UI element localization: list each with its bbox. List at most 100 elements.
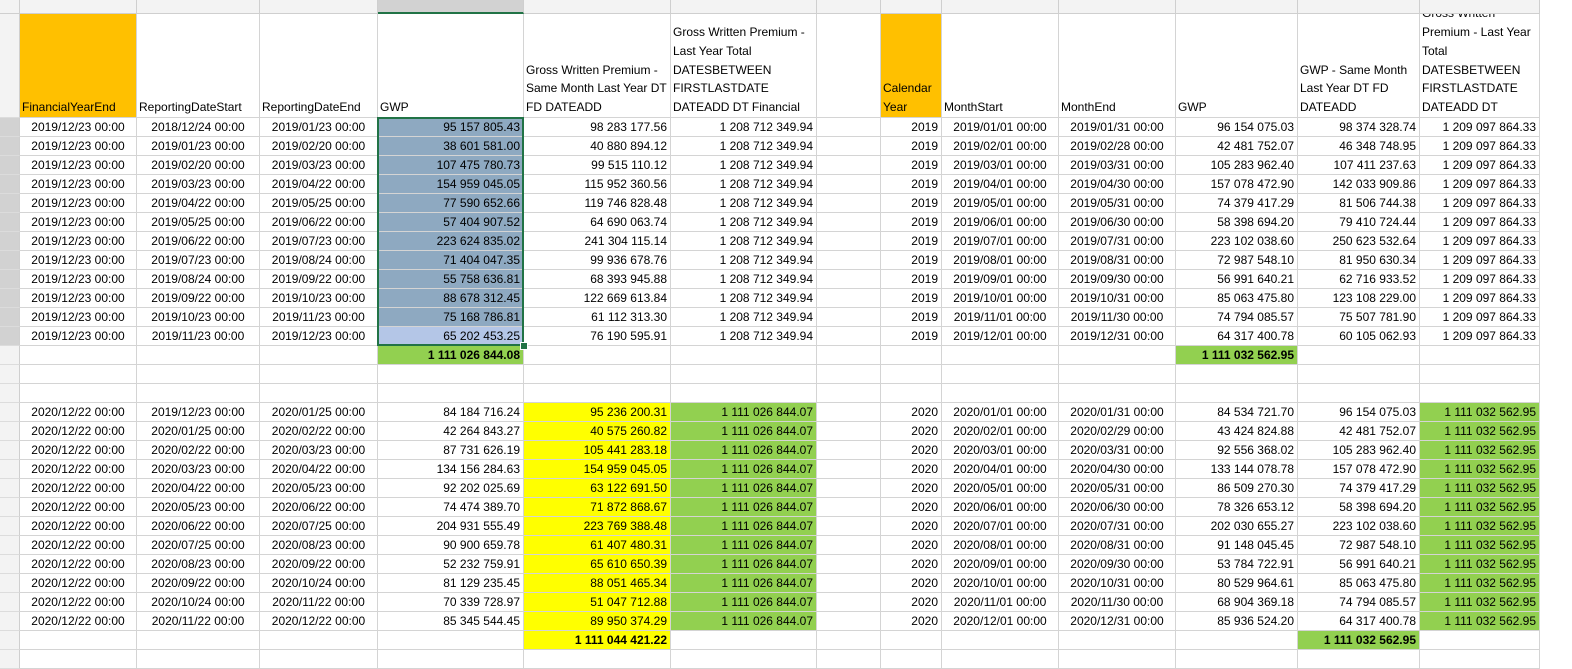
grid-cell[interactable]: 56 991 640.21 — [1298, 555, 1420, 574]
grid-cell[interactable]: 2020/11/30 00:00 — [1059, 593, 1176, 612]
grid-cell[interactable]: 133 144 078.78 — [1176, 460, 1298, 479]
grid-cell[interactable]: 2020/12/22 00:00 — [20, 422, 137, 441]
grid-cell[interactable] — [20, 650, 137, 669]
grid-cell[interactable]: 2019/01/23 00:00 — [137, 137, 260, 156]
grid-cell[interactable] — [817, 593, 881, 612]
grid-cell[interactable]: 60 105 062.93 — [1298, 327, 1420, 346]
grid-cell[interactable]: 85 345 544.45 — [378, 612, 524, 631]
grid-cell[interactable]: 53 784 722.91 — [1176, 555, 1298, 574]
grid-cell[interactable]: 2020/04/22 00:00 — [260, 460, 378, 479]
grid-cell[interactable]: 1 209 097 864.33 — [1420, 327, 1540, 346]
column-header-k[interactable] — [1176, 0, 1298, 14]
grid-cell[interactable]: 2019/12/23 00:00 — [260, 327, 378, 346]
grid-cell[interactable]: 84 184 716.24 — [378, 403, 524, 422]
grid-cell[interactable]: 96 154 075.03 — [1176, 118, 1298, 137]
grid-cell[interactable]: 72 987 548.10 — [1176, 251, 1298, 270]
grid-cell[interactable]: 63 122 691.50 — [524, 479, 671, 498]
grid-cell[interactable]: 2020/12/01 00:00 — [942, 612, 1059, 631]
grid-cell[interactable]: 2020/03/23 00:00 — [260, 441, 378, 460]
grid-cell[interactable]: 2019/04/01 00:00 — [942, 175, 1059, 194]
grid-cell[interactable]: 2019/08/24 00:00 — [137, 270, 260, 289]
grid-cell[interactable] — [137, 384, 260, 403]
grid-cell[interactable]: 1 209 097 864.33 — [1420, 156, 1540, 175]
row-header-23[interactable] — [0, 517, 20, 536]
row-header-30[interactable] — [0, 650, 20, 669]
column-title-cell[interactable]: Gross Written Premium - Same Month Last … — [524, 14, 671, 118]
grid-cell[interactable]: 1 209 097 864.33 — [1420, 251, 1540, 270]
grid-cell[interactable]: 1 208 712 349.94 — [671, 213, 817, 232]
grid-cell[interactable]: 2019/09/22 00:00 — [260, 270, 378, 289]
grid-cell[interactable]: 2019/03/23 00:00 — [260, 156, 378, 175]
grid-cell[interactable] — [1298, 346, 1420, 365]
grid-cell[interactable]: 64 690 063.74 — [524, 213, 671, 232]
grid-cell[interactable]: 1 208 712 349.94 — [671, 137, 817, 156]
row-header-20[interactable] — [0, 460, 20, 479]
grid-cell[interactable]: 58 398 694.20 — [1298, 498, 1420, 517]
grid-cell[interactable]: 72 987 548.10 — [1298, 536, 1420, 555]
grid-cell[interactable]: 1 111 032 562.95 — [1420, 422, 1540, 441]
grid-cell[interactable]: 42 481 752.07 — [1298, 422, 1420, 441]
grid-cell[interactable]: 99 936 678.76 — [524, 251, 671, 270]
grid-cell[interactable]: 107 475 780.73 — [378, 156, 524, 175]
grid-cell[interactable]: 223 102 038.60 — [1176, 232, 1298, 251]
grid-cell[interactable]: 2019 — [881, 137, 942, 156]
grid-cell[interactable]: 1 111 026 844.07 — [671, 498, 817, 517]
grid-cell[interactable]: 2019 — [881, 118, 942, 137]
grid-cell[interactable]: 2020/10/31 00:00 — [1059, 574, 1176, 593]
grid-cell[interactable]: 2020/01/25 00:00 — [137, 422, 260, 441]
grid-cell[interactable]: 1 111 026 844.07 — [671, 593, 817, 612]
grid-cell[interactable]: 2019/08/01 00:00 — [942, 251, 1059, 270]
row-header-14[interactable] — [0, 346, 20, 365]
grid-cell[interactable]: 62 716 933.52 — [1298, 270, 1420, 289]
grid-cell[interactable]: 2019/12/23 00:00 — [137, 403, 260, 422]
column-header-d[interactable] — [378, 0, 524, 14]
grid-cell[interactable]: 1 111 026 844.07 — [671, 422, 817, 441]
grid-cell[interactable]: 2018/12/24 00:00 — [137, 118, 260, 137]
column-title-cell[interactable]: Gross Written Premium - Last Year Total … — [671, 14, 817, 118]
grid-cell[interactable] — [1420, 365, 1540, 384]
grid-cell[interactable]: 2019/08/31 00:00 — [1059, 251, 1176, 270]
grid-cell[interactable]: 2019 — [881, 232, 942, 251]
grid-cell[interactable]: 1 208 712 349.94 — [671, 251, 817, 270]
row-header-1[interactable] — [0, 14, 20, 118]
grid-cell[interactable]: 1 111 026 844.07 — [671, 574, 817, 593]
grid-cell[interactable]: 1 111 032 562.95 — [1420, 555, 1540, 574]
grid-cell[interactable] — [1420, 650, 1540, 669]
grid-cell[interactable] — [1298, 365, 1420, 384]
grid-cell[interactable]: 1 208 712 349.94 — [671, 327, 817, 346]
grid-cell[interactable]: 2020/07/31 00:00 — [1059, 517, 1176, 536]
grid-cell[interactable]: 46 348 748.95 — [1298, 137, 1420, 156]
grid-cell[interactable]: 107 411 237.63 — [1298, 156, 1420, 175]
grid-cell[interactable]: 2019/12/23 00:00 — [20, 308, 137, 327]
grid-cell[interactable]: 1 111 026 844.07 — [671, 517, 817, 536]
grid-cell[interactable]: 2019/12/31 00:00 — [1059, 327, 1176, 346]
grid-cell[interactable]: 52 232 759.91 — [378, 555, 524, 574]
grid-cell[interactable]: 51 047 712.88 — [524, 593, 671, 612]
grid-cell[interactable]: 1 208 712 349.94 — [671, 175, 817, 194]
grid-cell[interactable]: 74 379 417.29 — [1298, 479, 1420, 498]
grid-cell[interactable] — [260, 631, 378, 650]
grid-cell[interactable]: 42 481 752.07 — [1176, 137, 1298, 156]
grid-cell[interactable] — [942, 631, 1059, 650]
grid-cell[interactable] — [817, 612, 881, 631]
grid-cell[interactable]: 2020/01/25 00:00 — [260, 403, 378, 422]
grid-cell[interactable]: 2019/06/22 00:00 — [137, 232, 260, 251]
grid-cell[interactable] — [137, 346, 260, 365]
row-header-18[interactable] — [0, 422, 20, 441]
fill-handle[interactable] — [520, 342, 528, 350]
grid-cell[interactable]: 55 758 636.81 — [378, 270, 524, 289]
grid-cell[interactable]: 68 904 369.18 — [1176, 593, 1298, 612]
grid-cell[interactable] — [942, 365, 1059, 384]
grid-cell[interactable]: 77 590 652.66 — [378, 194, 524, 213]
column-title-cell[interactable]: FinancialYearEnd — [20, 14, 137, 118]
grid-cell[interactable] — [524, 346, 671, 365]
grid-cell[interactable]: 2020/12/22 00:00 — [20, 460, 137, 479]
grid-cell[interactable]: 223 769 388.48 — [524, 517, 671, 536]
grid-cell[interactable]: 2020/12/22 00:00 — [20, 593, 137, 612]
grid-cell[interactable] — [1298, 650, 1420, 669]
grid-cell[interactable] — [524, 365, 671, 384]
column-title-cell[interactable]: GWP — [1176, 14, 1298, 118]
grid-cell[interactable]: 2019/11/01 00:00 — [942, 308, 1059, 327]
spreadsheet-grid[interactable]: FinancialYearEnd ReportingDateStart Report… — [0, 0, 1572, 669]
grid-cell[interactable] — [817, 308, 881, 327]
